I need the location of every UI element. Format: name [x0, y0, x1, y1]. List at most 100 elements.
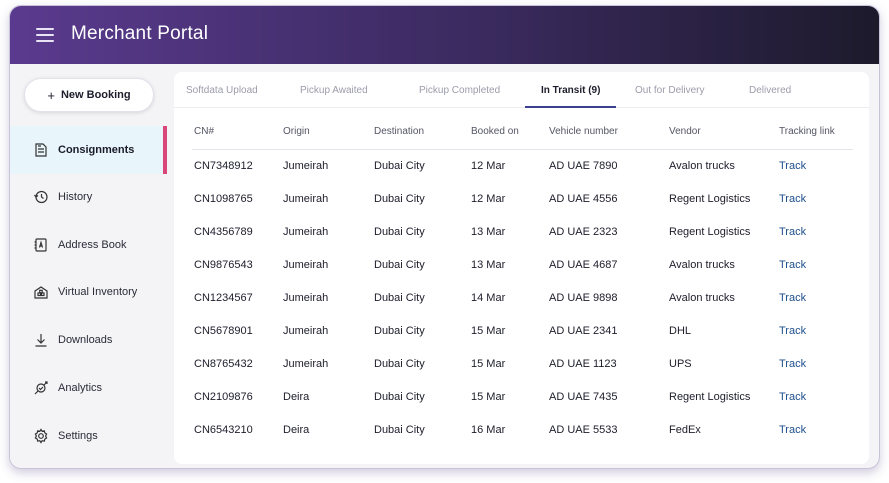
table-row: CN5678901 Jumeirah Dubai City 15 Mar AD UAE …	[192, 315, 853, 348]
sidebar-item-virtual-inventory[interactable]: Virtual Inventory	[10, 268, 167, 316]
destination-cell: Dubai City	[374, 292, 425, 304]
sidebar-item-label: Consignments	[58, 144, 135, 156]
download-icon	[32, 331, 50, 349]
sidebar-item-history[interactable]: History	[10, 173, 167, 221]
track-link[interactable]: Track	[779, 193, 806, 205]
table-header: CN# Origin Destination Booked on Vehicle…	[192, 118, 853, 150]
track-link[interactable]: Track	[779, 292, 806, 304]
table-body: CN7348912 Jumeirah Dubai City 12 Mar AD UAE …	[192, 150, 853, 447]
sidebar-item-label: Address Book	[58, 239, 127, 251]
track-link[interactable]: Track	[779, 325, 806, 337]
track-link[interactable]: Track	[779, 391, 806, 403]
origin-cell: Jumeirah	[283, 160, 329, 172]
cn-cell: CN4356789	[194, 226, 253, 238]
table-row: CN8765432 Jumeirah Dubai City 15 Mar AD UAE …	[192, 348, 853, 381]
cn-cell: CN6543210	[194, 424, 253, 436]
column-header-tracking-link: Tracking link	[779, 126, 835, 137]
sidebar-item-analytics[interactable]: Analytics	[10, 364, 167, 412]
table-row: CN1098765 Jumeirah Dubai City 12 Mar AD UAE …	[192, 183, 853, 216]
booked-on-cell: 14 Mar	[471, 292, 506, 304]
gear-icon	[32, 427, 50, 445]
booked-on-cell: 13 Mar	[471, 259, 506, 271]
tab-bar: Softdata Upload Pickup Awaited Pickup Co…	[174, 72, 869, 108]
vehicle-number-cell: AD UAE 4687	[549, 259, 618, 271]
column-header-destination: Destination	[374, 126, 425, 137]
table-row: CN7348912 Jumeirah Dubai City 12 Mar AD UAE …	[192, 150, 853, 183]
vendor-cell: Regent Logistics	[669, 226, 751, 238]
track-link[interactable]: Track	[779, 160, 806, 172]
history-icon	[32, 188, 50, 206]
vendor-cell: FedEx	[669, 424, 701, 436]
column-header-vehicle-number: Vehicle number	[549, 126, 618, 137]
destination-cell: Dubai City	[374, 325, 425, 337]
destination-cell: Dubai City	[374, 226, 425, 238]
booked-on-cell: 13 Mar	[471, 226, 506, 238]
tab-delivered[interactable]: Delivered	[749, 72, 791, 108]
cn-cell: CN2109876	[194, 391, 253, 403]
hamburger-menu-icon[interactable]	[36, 26, 54, 42]
destination-cell: Dubai City	[374, 391, 425, 403]
new-booking-button[interactable]: + New Booking	[24, 78, 154, 112]
origin-cell: Deira	[283, 391, 310, 403]
main-content: Softdata Upload Pickup Awaited Pickup Co…	[174, 72, 869, 464]
vendor-cell: Avalon trucks	[669, 259, 735, 271]
vendor-cell: DHL	[669, 325, 692, 337]
origin-cell: Jumeirah	[283, 325, 329, 337]
table-row: CN6543210 Deira Dubai City 16 Mar AD UAE 553…	[192, 414, 853, 447]
destination-cell: Dubai City	[374, 358, 425, 370]
destination-cell: Dubai City	[374, 259, 425, 271]
tab-pickup-completed[interactable]: Pickup Completed	[419, 72, 500, 108]
new-booking-label: New Booking	[60, 89, 131, 101]
cn-cell: CN8765432	[194, 358, 253, 370]
vendor-cell: Avalon trucks	[669, 292, 735, 304]
tab-softdata-upload[interactable]: Softdata Upload	[186, 72, 258, 108]
cn-cell: CN9876543	[194, 259, 253, 271]
consignments-icon	[32, 141, 50, 159]
booked-on-cell: 12 Mar	[471, 160, 506, 172]
tab-out-for-delivery[interactable]: Out for Delivery	[635, 72, 704, 108]
cn-cell: CN7348912	[194, 160, 253, 172]
vendor-cell: Regent Logistics	[669, 193, 751, 205]
booked-on-cell: 16 Mar	[471, 424, 506, 436]
column-header-vendor: Vendor	[669, 126, 701, 137]
sidebar-item-consignments[interactable]: Consignments	[10, 126, 167, 174]
cn-cell: CN1234567	[194, 292, 253, 304]
address-book-icon	[32, 236, 50, 254]
sidebar: + New Booking Consignments History Addre…	[10, 64, 167, 468]
sidebar-item-label: Virtual Inventory	[58, 286, 138, 298]
tab-in-transit[interactable]: In Transit (9)	[524, 72, 618, 108]
booked-on-cell: 15 Mar	[471, 391, 506, 403]
sidebar-item-address-book[interactable]: Address Book	[10, 221, 167, 269]
vehicle-number-cell: AD UAE 9898	[549, 292, 618, 304]
origin-cell: Jumeirah	[283, 226, 329, 238]
track-link[interactable]: Track	[779, 226, 806, 238]
vendor-cell: UPS	[669, 358, 692, 370]
column-header-booked-on: Booked on	[471, 126, 519, 137]
sidebar-item-label: Settings	[58, 430, 98, 442]
sidebar-item-label: Downloads	[58, 334, 113, 346]
vehicle-number-cell: AD UAE 2341	[549, 325, 618, 337]
vehicle-number-cell: AD UAE 1123	[549, 358, 617, 370]
cn-cell: CN5678901	[194, 325, 253, 337]
vendor-cell: Regent Logistics	[669, 391, 751, 403]
plus-icon: +	[47, 87, 55, 103]
table-row: CN9876543 Jumeirah Dubai City 13 Mar AD UAE …	[192, 249, 853, 282]
origin-cell: Jumeirah	[283, 358, 329, 370]
booked-on-cell: 15 Mar	[471, 358, 506, 370]
vehicle-number-cell: AD UAE 2323	[549, 226, 618, 238]
top-header: Merchant Portal	[10, 6, 879, 64]
origin-cell: Deira	[283, 424, 310, 436]
vendor-cell: Avalon trucks	[669, 160, 735, 172]
booked-on-cell: 15 Mar	[471, 325, 506, 337]
origin-cell: Jumeirah	[283, 292, 329, 304]
sidebar-item-downloads[interactable]: Downloads	[10, 316, 167, 364]
destination-cell: Dubai City	[374, 160, 425, 172]
table-row: CN4356789 Jumeirah Dubai City 13 Mar AD UAE …	[192, 216, 853, 249]
track-link[interactable]: Track	[779, 358, 806, 370]
track-link[interactable]: Track	[779, 424, 806, 436]
track-link[interactable]: Track	[779, 259, 806, 271]
vehicle-number-cell: AD UAE 4556	[549, 193, 618, 205]
origin-cell: Jumeirah	[283, 259, 329, 271]
sidebar-item-settings[interactable]: Settings	[10, 412, 167, 460]
tab-pickup-awaited[interactable]: Pickup Awaited	[300, 72, 368, 108]
